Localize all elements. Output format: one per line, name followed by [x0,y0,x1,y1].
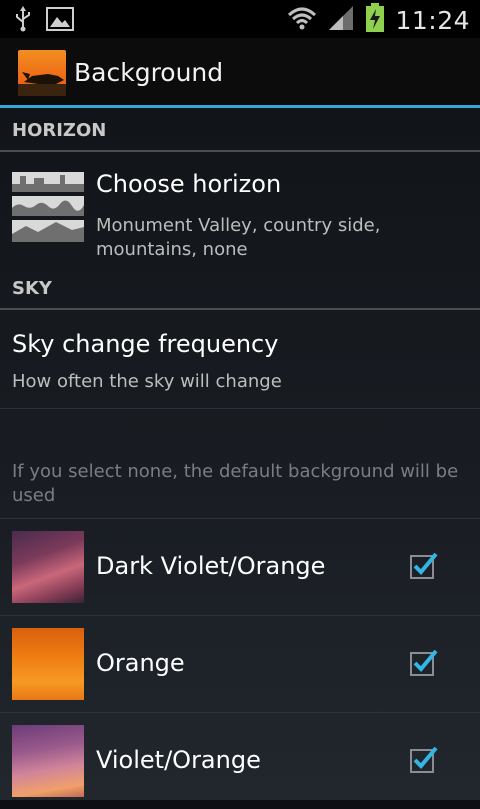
sky-thumbnail-orange [12,628,84,700]
action-bar: Background [0,38,480,106]
choose-horizon-preference[interactable]: Choose horizon Monument Valley, country … [0,154,480,260]
section-label: SKY [12,278,52,299]
choose-horizon-summary: Monument Valley, country side, mountains… [96,215,381,260]
section-header-horizon: HORIZON [0,108,480,152]
choose-horizon-title: Choose horizon [96,170,282,198]
section-header-sky: SKY [0,266,480,310]
status-clock: 11:24 [395,5,470,35]
page-title: Background [74,58,224,87]
battery-charging-icon [365,3,385,37]
checkbox-checked-icon[interactable] [410,648,438,676]
signal-icon [327,4,355,36]
section-label: HORIZON [12,120,107,141]
list-item[interactable]: Orange [0,616,480,712]
sky-thumbnail-dark-violet-orange [12,531,84,603]
list-divider [0,408,480,409]
checkbox-checked-icon[interactable] [410,745,438,773]
app-icon[interactable] [18,50,66,96]
sky-thumbnail-violet-orange [12,725,84,797]
option-label: Orange [96,649,185,677]
section-divider [0,308,480,310]
sky-frequency-title: Sky change frequency [12,330,279,358]
option-label: Dark Violet/Orange [96,552,326,580]
preferences-list: HORIZON Choose horizon Monument Valley, … [0,108,480,800]
option-label: Violet/Orange [96,746,261,774]
horizon-thumbnails-icon [12,172,84,248]
sky-hint-text: If you select none, the default backgrou… [12,461,459,506]
wifi-icon [287,5,317,35]
sky-frequency-summary: How often the sky will change [12,371,282,392]
list-item[interactable]: Violet/Orange [0,713,480,809]
usb-icon [14,6,32,36]
list-item[interactable]: Dark Violet/Orange [0,519,480,615]
section-divider [0,150,480,152]
status-bar: 11:24 [0,0,480,38]
checkbox-checked-icon[interactable] [410,551,438,579]
image-icon [46,7,74,35]
sky-frequency-preference[interactable]: Sky change frequency How often the sky w… [0,312,480,408]
